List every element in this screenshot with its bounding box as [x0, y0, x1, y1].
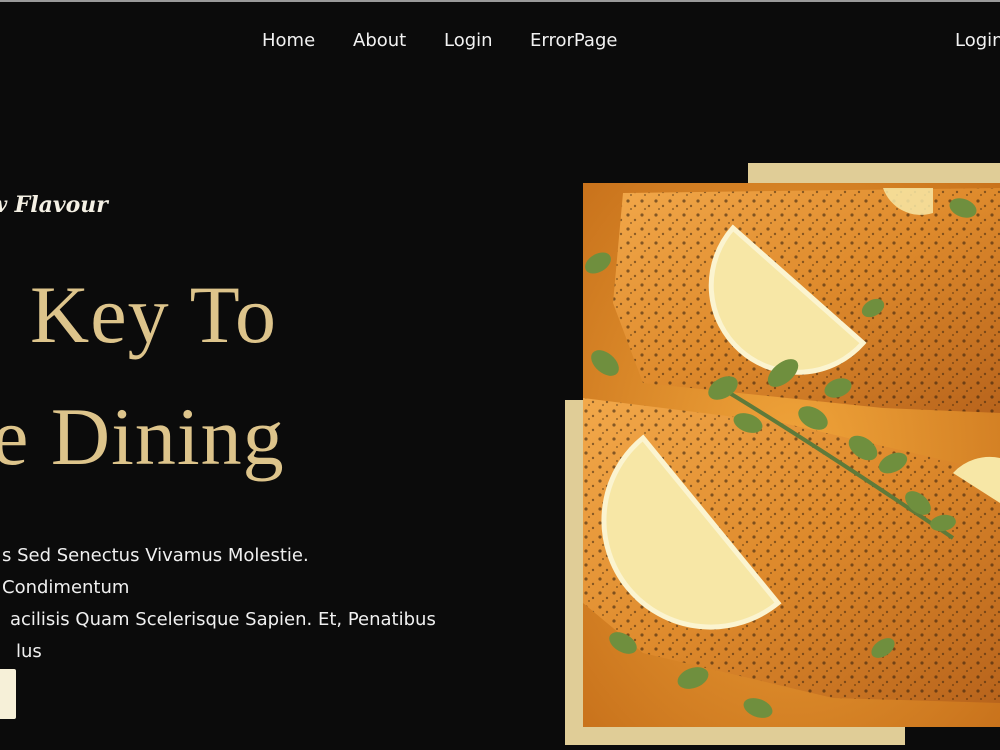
image-frame-bottom [565, 727, 905, 745]
image-frame-top [748, 163, 1000, 183]
salmon-dish-image [583, 183, 1000, 727]
image-frame-left [565, 400, 583, 745]
window-top-border [0, 0, 1000, 2]
nav-link-errorpage[interactable]: ErrorPage [530, 30, 617, 51]
cta-button[interactable] [0, 669, 16, 719]
hero-description-line: lus [16, 641, 42, 662]
login-button[interactable]: Login [955, 30, 1000, 51]
hero-headline-line1: Key To [30, 269, 277, 360]
nav-link-about[interactable]: About [353, 30, 406, 51]
salmon-dish-illustration [583, 183, 1000, 727]
hero-description: s Sed Senectus Vivamus Molestie. Condime… [0, 540, 440, 668]
hero-headline-line2: e Dining [0, 391, 285, 482]
hero-description-line: s Sed Senectus Vivamus Molestie. Condime… [2, 545, 309, 598]
hero-subtitle: w Flavour [0, 192, 108, 218]
nav-link-login[interactable]: Login [444, 30, 493, 51]
hero-description-line: acilisis Quam Scelerisque Sapien. Et, Pe… [10, 609, 436, 630]
nav-link-home[interactable]: Home [262, 30, 315, 51]
